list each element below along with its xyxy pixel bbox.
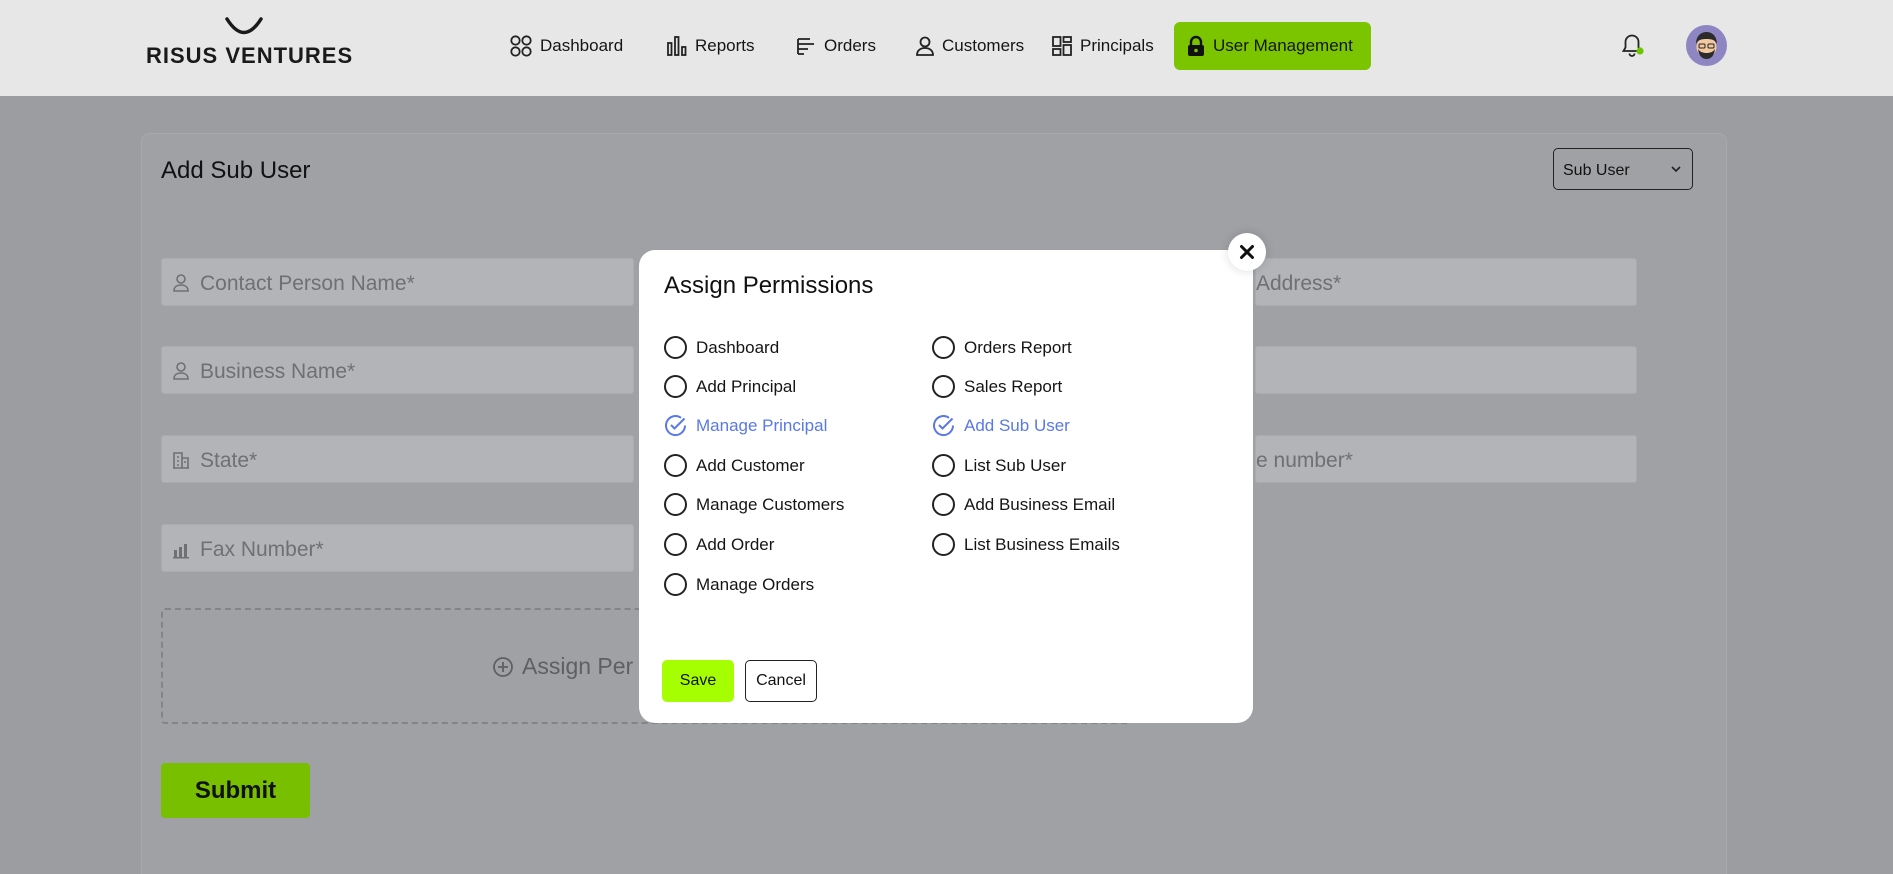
assign-permissions-modal: Assign Permissions Dashboard Add Princip… (639, 250, 1253, 723)
close-modal-button[interactable] (1228, 233, 1266, 271)
building-icon (173, 452, 189, 469)
close-icon (1240, 245, 1254, 259)
perm-manage-customers[interactable]: Manage Customers (664, 493, 844, 516)
perm-add-principal[interactable]: Add Principal (664, 375, 796, 398)
modal-title: Assign Permissions (664, 272, 874, 299)
perm-label: Manage Orders (696, 574, 815, 594)
nav-customers[interactable]: Customers (915, 22, 1024, 70)
contact-person-input[interactable]: Contact Person Name* (161, 258, 634, 306)
submit-button[interactable]: Submit (161, 763, 310, 818)
perm-label: Dashboard (696, 337, 780, 357)
radio-icon (932, 533, 955, 556)
assign-permissions-label: Assign Per (522, 653, 634, 679)
plus-circle-icon (493, 656, 513, 677)
perm-sales-report[interactable]: Sales Report (932, 375, 1062, 398)
perm-label: Manage Principal (696, 415, 828, 435)
perm-label: Add Sub User (964, 415, 1070, 435)
perm-dashboard[interactable]: Dashboard (664, 336, 779, 359)
check-circle-icon (933, 415, 955, 437)
user-type-select[interactable]: Sub User (1553, 148, 1693, 190)
phone-number-input[interactable]: e number* (1255, 435, 1637, 483)
phone-number-placeholder: e number* (1256, 449, 1353, 472)
perm-label: Add Principal (696, 376, 797, 396)
perm-add-business-email[interactable]: Add Business Email (932, 493, 1115, 516)
bell-icon (1621, 34, 1644, 57)
address-placeholder: Address* (1256, 272, 1342, 295)
radio-icon (664, 375, 687, 398)
right-input-2[interactable] (1255, 346, 1637, 394)
radio-icon (664, 533, 687, 556)
notification-bell[interactable] (1620, 32, 1646, 58)
nav-customers-label: Customers (942, 36, 1025, 55)
state-placeholder: State* (200, 449, 258, 472)
page-title: Add Sub User (161, 157, 311, 184)
cancel-button[interactable]: Cancel (745, 660, 817, 702)
chevron-down-icon (1671, 166, 1681, 173)
bar-chart-icon (173, 544, 189, 559)
nav-principals-label: Principals (1080, 36, 1154, 55)
nav-dashboard[interactable]: Dashboard (509, 22, 623, 70)
radio-icon (932, 336, 955, 359)
perm-label: List Sub User (964, 455, 1067, 475)
perm-add-order[interactable]: Add Order (664, 533, 774, 556)
customers-icon (916, 36, 934, 56)
nav-reports-label: Reports (695, 36, 755, 55)
nav-user-management-label: User Management (1213, 36, 1353, 55)
top-header: RISUS VENTURES Dashboard Reports Orders … (0, 0, 1893, 96)
logo-text: RISUS VENTURES (146, 43, 354, 68)
perm-add-customer[interactable]: Add Customer (664, 454, 805, 477)
logo[interactable]: RISUS VENTURES (146, 16, 352, 68)
radio-icon (664, 573, 687, 596)
dashboard-icon (510, 35, 532, 57)
perm-label: Add Business Email (964, 494, 1116, 514)
logo-smile-icon (225, 17, 263, 35)
perm-label: Sales Report (964, 376, 1063, 396)
radio-icon (932, 454, 955, 477)
perm-label: Orders Report (964, 337, 1072, 357)
user-avatar[interactable] (1686, 25, 1727, 66)
principals-icon (1052, 36, 1072, 56)
nav-orders-label: Orders (824, 36, 876, 55)
person-icon (173, 274, 189, 292)
perm-manage-orders[interactable]: Manage Orders (664, 573, 814, 596)
perm-label: List Business Emails (964, 534, 1120, 554)
orders-icon (797, 38, 814, 55)
avatar-face-icon (1696, 32, 1717, 59)
nav-dashboard-label: Dashboard (540, 36, 624, 55)
perm-label: Add Customer (696, 455, 805, 475)
contact-person-placeholder: Contact Person Name* (200, 272, 415, 295)
radio-icon (664, 336, 687, 359)
user-type-value: Sub User (1563, 162, 1630, 179)
perm-list-sub-user[interactable]: List Sub User (932, 454, 1066, 477)
radio-icon (932, 493, 955, 516)
perm-manage-principal[interactable]: Manage Principal (664, 414, 827, 437)
radio-icon (664, 493, 687, 516)
fax-number-input[interactable]: Fax Number* (161, 524, 634, 572)
reports-icon (667, 36, 687, 56)
nav-user-management[interactable]: User Management (1174, 22, 1371, 70)
state-input[interactable]: State* (161, 435, 634, 483)
nav-reports[interactable]: Reports (666, 22, 755, 70)
perm-label: Add Order (696, 534, 775, 554)
perm-add-sub-user[interactable]: Add Sub User (932, 414, 1070, 437)
lock-icon (1188, 35, 1204, 56)
fax-number-placeholder: Fax Number* (200, 538, 324, 561)
perm-list-business-emails[interactable]: List Business Emails (932, 533, 1120, 556)
business-name-placeholder: Business Name* (200, 360, 356, 383)
assign-permissions-trigger[interactable]: Assign Per (492, 653, 633, 680)
nav-principals[interactable]: Principals (1051, 22, 1154, 70)
save-button[interactable]: Save (662, 660, 734, 702)
nav-orders[interactable]: Orders (795, 22, 876, 70)
business-name-input[interactable]: Business Name* (161, 346, 634, 394)
radio-icon (932, 375, 955, 398)
radio-icon (664, 454, 687, 477)
address-input[interactable]: Address* (1255, 258, 1637, 306)
perm-orders-report[interactable]: Orders Report (932, 336, 1072, 359)
check-circle-icon (665, 415, 687, 437)
person-icon (173, 362, 189, 380)
perm-label: Manage Customers (696, 494, 845, 514)
